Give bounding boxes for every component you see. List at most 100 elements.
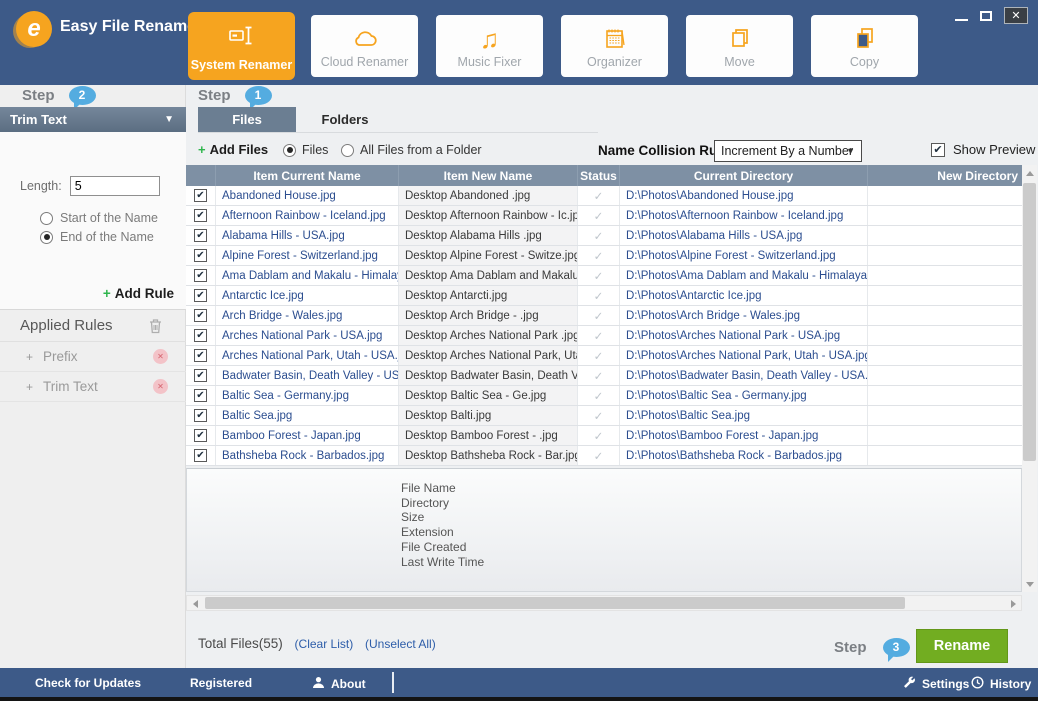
rule-type-dropdown[interactable]: Trim Text ▼ — [0, 107, 186, 132]
scroll-up-arrow[interactable] — [1022, 165, 1037, 180]
column-item-new-name[interactable]: Item New Name — [399, 165, 578, 186]
show-preview-toggle[interactable]: ✔ Show Preview — [931, 142, 1035, 157]
radio-end-of-name[interactable]: End of the Name — [40, 230, 154, 244]
row-checkbox[interactable]: ✔ — [186, 266, 216, 285]
tab-music-fixer[interactable]: ♫ Music Fixer — [436, 15, 543, 77]
table-row[interactable]: ✔ Badwater Basin, Death Valley - US... D… — [186, 366, 1022, 386]
tab-system-renamer[interactable]: System Renamer — [188, 12, 295, 80]
row-checkbox[interactable]: ✔ — [186, 346, 216, 365]
table-row[interactable]: ✔ Arches National Park, Utah - USA.jpg D… — [186, 346, 1022, 366]
add-files-button[interactable]: +Add Files — [198, 142, 268, 157]
checkbox-checked-icon: ✔ — [194, 309, 207, 322]
column-item-current-name[interactable]: Item Current Name — [216, 165, 399, 186]
row-checkbox[interactable]: ✔ — [186, 426, 216, 445]
rename-button[interactable]: Rename — [916, 629, 1008, 663]
close-button[interactable]: ✕ — [1004, 7, 1028, 24]
checkbox-checked-icon: ✔ — [194, 189, 207, 202]
row-checkbox[interactable]: ✔ — [186, 226, 216, 245]
applied-rule-prefix[interactable]: + Prefix ✕ — [0, 342, 186, 372]
tab-organizer[interactable]: Organizer — [561, 15, 668, 77]
horizontal-scroll-thumb[interactable] — [205, 597, 905, 609]
rule-label: Prefix — [43, 349, 78, 364]
vertical-scroll-thumb[interactable] — [1023, 183, 1036, 461]
table-row[interactable]: ✔ Alpine Forest - Switzerland.jpg Deskto… — [186, 246, 1022, 266]
table-row[interactable]: ✔ Antarctic Ice.jpg Desktop Antarcti.jpg… — [186, 286, 1022, 306]
table-row[interactable]: ✔ Arch Bridge - Wales.jpg Desktop Arch B… — [186, 306, 1022, 326]
row-checkbox[interactable]: ✔ — [186, 406, 216, 425]
tab-folders[interactable]: Folders — [296, 107, 394, 132]
checkbox-checked-icon: ✔ — [194, 329, 207, 342]
scroll-left-arrow[interactable] — [187, 596, 202, 611]
radio-start-of-name[interactable]: Start of the Name — [40, 211, 158, 225]
row-checkbox[interactable]: ✔ — [186, 306, 216, 325]
table-row[interactable]: ✔ Ama Dablam and Makalu - Himalay... Des… — [186, 266, 1022, 286]
clock-icon — [971, 676, 984, 692]
collision-rule-select[interactable]: Increment By a Number ▼ — [714, 140, 862, 162]
tab-label: Organizer — [587, 55, 642, 69]
scroll-down-arrow[interactable] — [1022, 577, 1037, 592]
app-window: e Easy File Renamer System Renamer Cloud… — [0, 0, 1038, 701]
row-checkbox[interactable]: ✔ — [186, 386, 216, 405]
row-checkbox[interactable]: ✔ — [186, 186, 216, 205]
scroll-right-arrow[interactable] — [1006, 596, 1021, 611]
table-row[interactable]: ✔ Alabama Hills - USA.jpg Desktop Alabam… — [186, 226, 1022, 246]
table-header: Item Current Name Item New Name Status C… — [186, 165, 1022, 186]
footer-step: Step 3 — [834, 638, 910, 657]
tab-copy[interactable]: Copy — [811, 15, 918, 77]
applied-rules-title: Applied Rules — [20, 317, 113, 334]
row-checkbox[interactable]: ✔ — [186, 446, 216, 465]
applied-rule-trim-text[interactable]: + Trim Text ✕ — [0, 372, 186, 402]
tab-files[interactable]: Files — [198, 107, 296, 132]
settings-button[interactable]: Settings — [903, 676, 969, 692]
radio-files[interactable]: Files — [283, 143, 328, 157]
applied-rules-section: Applied Rules + Prefix ✕ + Trim Text ✕ — [0, 310, 186, 402]
column-current-directory[interactable]: Current Directory — [620, 165, 868, 186]
window-controls: ✕ — [955, 7, 1028, 24]
radio-all-files-folder[interactable]: All Files from a Folder — [341, 143, 482, 157]
table-row[interactable]: ✔ Bathsheba Rock - Barbados.jpg Desktop … — [186, 446, 1022, 466]
remove-rule-icon[interactable]: ✕ — [153, 379, 168, 394]
table-row[interactable]: ✔ Baltic Sea - Germany.jpg Desktop Balti… — [186, 386, 1022, 406]
trash-icon[interactable] — [147, 317, 164, 340]
tab-move[interactable]: Move — [686, 15, 793, 77]
unselect-all-link[interactable]: (Unselect All) — [365, 637, 436, 651]
column-status[interactable]: Status — [578, 165, 620, 186]
column-select[interactable] — [186, 165, 216, 186]
column-new-directory[interactable]: New Directory — [868, 165, 1022, 186]
table-row[interactable]: ✔ Arches National Park - USA.jpg Desktop… — [186, 326, 1022, 346]
minimize-button[interactable] — [955, 19, 968, 21]
add-rule-button[interactable]: +Add Rule — [103, 286, 174, 301]
item-current-name: Antarctic Ice.jpg — [216, 286, 399, 305]
item-new-name: Desktop Antarcti.jpg — [399, 286, 578, 305]
table-row[interactable]: ✔ Baltic Sea.jpg Desktop Balti.jpg ✓ D:\… — [186, 406, 1022, 426]
vertical-scrollbar[interactable] — [1022, 165, 1037, 592]
app-logo-icon: e — [16, 11, 52, 47]
maximize-button[interactable] — [980, 11, 992, 21]
check-for-updates-button[interactable]: Check for Updates — [35, 676, 141, 690]
sidebar-step: Step 2 — [22, 86, 96, 105]
new-directory — [868, 246, 1022, 265]
plus-icon: + — [103, 286, 111, 301]
checkbox-checked-icon: ✔ — [194, 249, 207, 262]
about-button[interactable]: About — [312, 676, 366, 692]
remove-rule-icon[interactable]: ✕ — [153, 349, 168, 364]
status-check-icon: ✓ — [578, 266, 620, 285]
length-input[interactable] — [70, 176, 160, 196]
clear-list-link[interactable]: (Clear List) — [295, 637, 354, 651]
title-header: e Easy File Renamer System Renamer Cloud… — [0, 0, 1038, 85]
table-row[interactable]: ✔ Bamboo Forest - Japan.jpg Desktop Bamb… — [186, 426, 1022, 446]
row-checkbox[interactable]: ✔ — [186, 366, 216, 385]
step-label: Step — [198, 87, 231, 104]
new-directory — [868, 186, 1022, 205]
checkbox-checked-icon: ✔ — [194, 209, 207, 222]
row-checkbox[interactable]: ✔ — [186, 246, 216, 265]
table-row[interactable]: ✔ Afternoon Rainbow - Iceland.jpg Deskto… — [186, 206, 1022, 226]
row-checkbox[interactable]: ✔ — [186, 326, 216, 345]
settings-label: Settings — [922, 677, 969, 691]
tab-cloud-renamer[interactable]: Cloud Renamer — [311, 15, 418, 77]
row-checkbox[interactable]: ✔ — [186, 206, 216, 225]
table-row[interactable]: ✔ Abandoned House.jpg Desktop Abandoned … — [186, 186, 1022, 206]
horizontal-scrollbar[interactable] — [186, 595, 1022, 611]
history-button[interactable]: History — [971, 676, 1031, 692]
row-checkbox[interactable]: ✔ — [186, 286, 216, 305]
